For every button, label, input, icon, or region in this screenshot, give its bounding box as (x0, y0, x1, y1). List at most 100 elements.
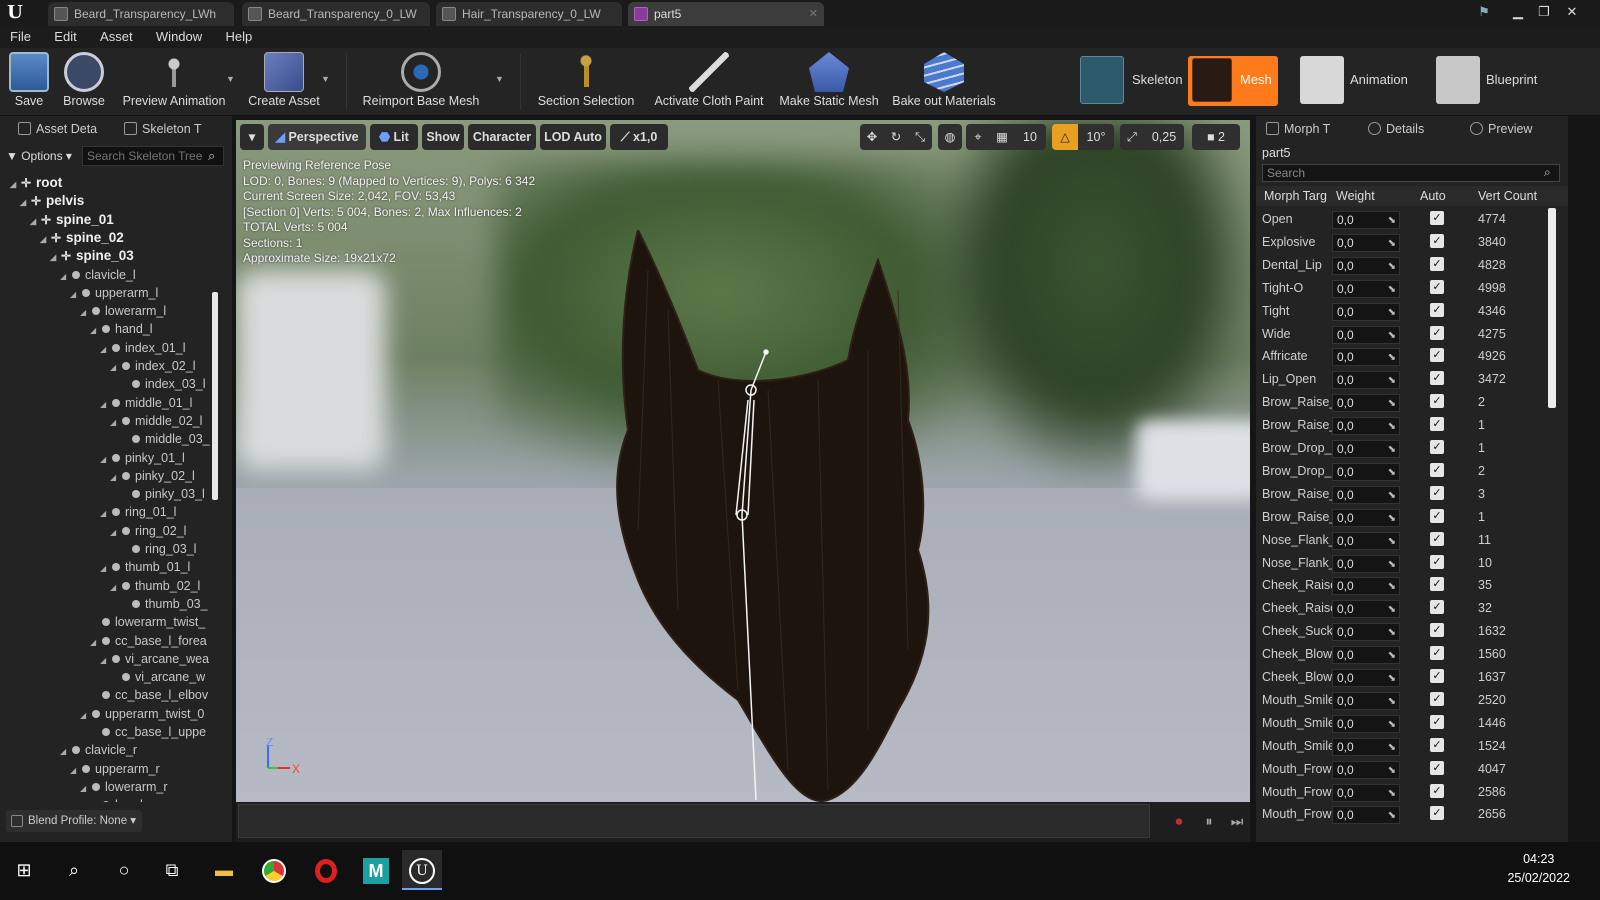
bone-node[interactable]: ◢ ✛ spine_01 (30, 211, 114, 229)
slider-handle-icon[interactable]: ⬊ (1388, 648, 1396, 664)
weight-spinbox[interactable]: 0,0 ⬊ (1332, 806, 1400, 825)
menu-asset[interactable]: Asset (90, 26, 143, 48)
morph-target-row[interactable]: Open 0,0 ⬊ ✓ 4774 (1256, 208, 1556, 231)
bone-node[interactable]: lowerarm_twist_ (90, 613, 205, 631)
weight-spinbox[interactable]: 0,0 ⬊ (1332, 279, 1400, 298)
bone-node[interactable]: ring_03_l (120, 540, 196, 558)
bone-node[interactable]: ◢ pinky_02_l (110, 467, 195, 485)
file-explorer-icon[interactable]: ▬ (204, 850, 244, 890)
weight-spinbox[interactable]: 0,0 ⬊ (1332, 485, 1400, 504)
expand-arrow-icon[interactable]: ◢ (110, 579, 120, 597)
auto-checkbox[interactable]: ✓ (1430, 554, 1444, 569)
slider-handle-icon[interactable]: ⬊ (1388, 786, 1396, 802)
weight-spinbox[interactable]: 0,0 ⬊ (1332, 577, 1400, 596)
auto-checkbox[interactable]: ✓ (1430, 417, 1444, 432)
rotation-snap-icon[interactable]: △ (1052, 124, 1078, 150)
opera-icon[interactable] (306, 850, 346, 890)
bone-node[interactable]: ◢ lowerarm_r (80, 778, 168, 796)
bone-node[interactable]: ◢ upperarm_twist_0 (80, 705, 204, 723)
auto-checkbox[interactable]: ✓ (1430, 623, 1444, 638)
slider-handle-icon[interactable]: ⬊ (1388, 396, 1396, 412)
auto-checkbox[interactable]: ✓ (1430, 531, 1444, 546)
expand-arrow-icon[interactable]: ◢ (20, 194, 30, 212)
maximize-button[interactable]: ❐ (1532, 2, 1556, 22)
bone-node[interactable]: ◢ thumb_01_l (100, 558, 190, 576)
auto-checkbox[interactable]: ✓ (1430, 737, 1444, 752)
slider-handle-icon[interactable]: ⬊ (1388, 259, 1396, 275)
column-auto[interactable]: Auto (1420, 186, 1470, 206)
auto-checkbox[interactable]: ✓ (1430, 394, 1444, 409)
morph-target-row[interactable]: Brow_Drop_R 0,0 ⬊ ✓ 2 (1256, 460, 1556, 483)
morph-target-row[interactable]: Cheek_Raise 0,0 ⬊ ✓ 32 (1256, 597, 1556, 620)
mode-animation-button[interactable]: Animation (1300, 56, 1430, 106)
morph-target-row[interactable]: Tight-O 0,0 ⬊ ✓ 4998 (1256, 277, 1556, 300)
tab-skeleton-tree[interactable]: Skeleton T (120, 118, 224, 140)
menu-edit[interactable]: Edit (44, 26, 86, 48)
weight-spinbox[interactable]: 0,0 ⬊ (1332, 646, 1400, 665)
bake-out-materials-button[interactable]: Bake out Materials (890, 52, 998, 114)
perspective-button[interactable]: ◢ Perspective (268, 124, 366, 150)
auto-checkbox[interactable]: ✓ (1430, 714, 1444, 729)
bone-node[interactable]: ◢ upperarm_r (70, 760, 160, 778)
mode-skeleton-button[interactable]: Skeleton (1080, 56, 1184, 106)
skeleton-search-input[interactable] (82, 146, 224, 166)
mode-blueprint-button[interactable]: Blueprint (1436, 56, 1560, 106)
browse-button[interactable]: Browse (60, 52, 108, 114)
unreal-engine-icon[interactable]: U (402, 850, 442, 890)
weight-spinbox[interactable]: 0,0 ⬊ (1332, 737, 1400, 756)
create-asset-button[interactable]: Create Asset (246, 52, 322, 114)
slider-handle-icon[interactable]: ⬊ (1388, 511, 1396, 527)
tree-scrollbar[interactable] (212, 292, 218, 500)
bone-node[interactable]: thumb_03_ (120, 595, 208, 613)
bone-node[interactable]: vi_arcane_w (110, 668, 205, 686)
expand-arrow-icon[interactable]: ◢ (10, 176, 20, 194)
morph-target-row[interactable]: Dental_Lip 0,0 ⬊ ✓ 4828 (1256, 254, 1556, 277)
bone-node[interactable]: ◢ clavicle_r (60, 741, 137, 759)
morph-target-row[interactable]: Mouth_Frow 0,0 ⬊ ✓ 2656 (1256, 803, 1556, 826)
scale-icon[interactable]: ⤡ (908, 124, 932, 150)
auto-checkbox[interactable]: ✓ (1430, 600, 1444, 615)
morph-target-row[interactable]: Mouth_Frow 0,0 ⬊ ✓ 2586 (1256, 781, 1556, 804)
expand-arrow-icon[interactable]: ◢ (80, 780, 90, 798)
bone-node[interactable]: ◢ ring_02_l (110, 522, 186, 540)
bone-node[interactable]: ◢ cc_base_l_forea (90, 632, 207, 650)
weight-spinbox[interactable]: 0,0 ⬊ (1332, 760, 1400, 779)
expand-arrow-icon[interactable]: ◢ (90, 322, 100, 340)
lit-button[interactable]: ⬣ Lit (370, 124, 418, 150)
bone-node[interactable]: ◢ ✛ spine_03 (50, 247, 134, 265)
slider-handle-icon[interactable]: ⬊ (1388, 625, 1396, 641)
morph-target-row[interactable]: Affricate 0,0 ⬊ ✓ 4926 (1256, 345, 1556, 368)
morph-target-row[interactable]: Cheek_Raise 0,0 ⬊ ✓ 35 (1256, 574, 1556, 597)
bone-node[interactable]: ◢ hand_r (90, 796, 154, 802)
rotation-snap-value[interactable]: 10° (1078, 124, 1114, 150)
weight-spinbox[interactable]: 0,0 ⬊ (1332, 302, 1400, 321)
slider-handle-icon[interactable]: ⬊ (1388, 534, 1396, 550)
task-view-icon[interactable]: ⧉ (152, 850, 192, 890)
morph-target-row[interactable]: Lip_Open 0,0 ⬊ ✓ 3472 (1256, 368, 1556, 391)
weight-spinbox[interactable]: 0,0 ⬊ (1332, 600, 1400, 619)
morph-target-row[interactable]: Wide 0,0 ⬊ ✓ 4275 (1256, 323, 1556, 346)
menu-help[interactable]: Help (216, 26, 263, 48)
step-forward-icon[interactable]: ⏭ (1226, 810, 1248, 832)
weight-spinbox[interactable]: 0,0 ⬊ (1332, 256, 1400, 275)
expand-arrow-icon[interactable]: ◢ (100, 560, 110, 578)
morph-target-row[interactable]: Brow_Raise_ 0,0 ⬊ ✓ 2 (1256, 391, 1556, 414)
bone-node[interactable]: ◢ ✛ spine_02 (40, 229, 124, 247)
slider-handle-icon[interactable]: ⬊ (1388, 740, 1396, 756)
auto-checkbox[interactable]: ✓ (1430, 669, 1444, 683)
menu-file[interactable]: File (0, 26, 41, 48)
bone-node[interactable]: ◢ middle_02_l (110, 412, 202, 430)
unreal-logo-icon[interactable]: U (4, 2, 26, 24)
expand-arrow-icon[interactable]: ◢ (110, 469, 120, 487)
expand-arrow-icon[interactable]: ◢ (90, 798, 100, 802)
slider-handle-icon[interactable]: ⬊ (1388, 808, 1396, 824)
auto-checkbox[interactable]: ✓ (1430, 462, 1444, 477)
morph-target-row[interactable]: Mouth_Frow 0,0 ⬊ ✓ 4047 (1256, 758, 1556, 781)
lod-button[interactable]: LOD Auto (540, 124, 606, 150)
expand-arrow-icon[interactable]: ◢ (60, 743, 70, 761)
morph-target-row[interactable]: Nose_Flank_ 0,0 ⬊ ✓ 11 (1256, 529, 1556, 552)
expand-arrow-icon[interactable]: ◢ (70, 286, 80, 304)
bone-node[interactable]: ◢ upperarm_l (70, 284, 158, 302)
slider-handle-icon[interactable]: ⬊ (1388, 373, 1396, 389)
tab-beard-transparency-lwh[interactable]: Beard_Transparency_LWh (48, 2, 234, 26)
